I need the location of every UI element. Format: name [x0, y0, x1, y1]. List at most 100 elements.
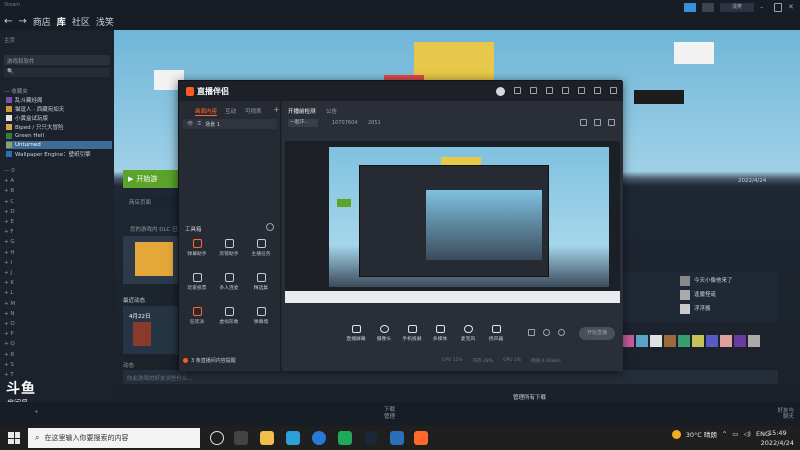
tool-multi-mic[interactable]: 多人连麦	[215, 273, 243, 291]
letter-group[interactable]: — 0	[4, 168, 15, 174]
share-icon[interactable]	[608, 119, 615, 126]
game-item[interactable]: Biped / 只只大冒险	[6, 123, 112, 131]
notes-input[interactable]: 向此游戏的好友说些什么...	[123, 370, 778, 384]
tab-visual[interactable]: 可视表	[245, 107, 262, 115]
game-item[interactable]: 猫逗人 · 西藏宛如天	[6, 105, 112, 113]
tool-danmu-wall[interactable]: 弹幕墙	[247, 307, 275, 325]
letter-group[interactable]: + B	[4, 188, 14, 194]
steam-icon[interactable]	[364, 431, 378, 445]
letter-group[interactable]: + Q	[4, 341, 15, 347]
record-icon[interactable]	[528, 329, 535, 336]
tab-interact[interactable]: 互动	[225, 107, 236, 115]
settings-icon[interactable]	[546, 87, 553, 94]
friend-name[interactable]: 浮浮酱	[694, 304, 711, 312]
room-title[interactable]: 一起汗...	[288, 119, 318, 127]
store-page-tab[interactable]: 商店页面	[123, 195, 181, 207]
letter-group[interactable]: + C	[4, 199, 14, 205]
letter-group[interactable]: + D	[4, 209, 15, 215]
friend-avatar[interactable]	[680, 304, 690, 314]
friend-name[interactable]: 逢魔怪诞	[694, 290, 716, 298]
btn-microphone[interactable]: 麦克风	[456, 325, 480, 342]
letter-group[interactable]: + E	[4, 219, 14, 225]
tool-party[interactable]: 狂欢派	[183, 307, 211, 325]
friend-avatar[interactable]	[680, 290, 690, 300]
minimize-icon[interactable]: –	[760, 3, 768, 12]
tool-collection[interactable]: 精选集	[247, 273, 275, 291]
add-tab-icon[interactable]: +	[273, 105, 280, 114]
tool-danmu[interactable]: 弹幕助手	[183, 239, 211, 257]
letter-group[interactable]: + I	[4, 260, 12, 266]
bag-icon[interactable]	[530, 87, 537, 94]
letter-group[interactable]: + J	[4, 270, 12, 276]
letter-group[interactable]: + O	[4, 321, 15, 327]
message-icon[interactable]	[514, 87, 521, 94]
minimize-icon[interactable]	[578, 87, 585, 94]
scene-hint[interactable]: 3 条直播间内容提醒	[183, 357, 236, 364]
file-explorer-icon[interactable]	[260, 431, 274, 445]
layout-icon[interactable]	[580, 119, 587, 126]
tool-task[interactable]: 主播任务	[247, 239, 275, 257]
letter-group[interactable]: + F	[4, 229, 14, 235]
letter-group[interactable]: + K	[4, 280, 14, 286]
friends-chat-button[interactable]: 好友与 聊天	[777, 408, 794, 420]
nav-community[interactable]: 社区	[72, 15, 90, 28]
game-item[interactable]: Wallpaper Engine：壁纸引擎	[6, 150, 112, 158]
library-search-input[interactable]: 🔍	[4, 68, 110, 77]
close-icon[interactable]: ✕	[788, 3, 796, 12]
friend-name[interactable]: 今天小像他来了	[694, 276, 733, 284]
edge-icon[interactable]	[312, 431, 326, 445]
btn-screen-capture[interactable]: 直播屏幕	[344, 325, 368, 342]
broadcast-icon[interactable]	[684, 3, 696, 12]
letter-group[interactable]: + H	[4, 250, 15, 256]
game-item-selected[interactable]: Unturned	[6, 141, 112, 149]
tool-vote[interactable]: 玩家投票	[183, 273, 211, 291]
forward-arrow-icon[interactable]: →	[18, 16, 26, 27]
notification-icon[interactable]	[702, 3, 714, 12]
lock-icon[interactable]: ⚿	[197, 121, 201, 127]
game-item[interactable]: 小黄盒试玩版	[6, 114, 112, 122]
tool-room-admin[interactable]: 房管助手	[215, 239, 243, 257]
game-item[interactable]: Green Hell	[6, 132, 112, 140]
app-icon[interactable]	[338, 431, 352, 445]
eye-icon[interactable]: 👁	[187, 121, 193, 127]
manage-downloads-link[interactable]: 管理所有下载	[513, 393, 546, 401]
close-icon[interactable]	[610, 87, 617, 94]
streamer-app-icon[interactable]	[414, 431, 428, 445]
app-icon[interactable]	[390, 431, 404, 445]
btn-camera[interactable]: 摄像头	[372, 325, 396, 342]
letter-group[interactable]: + S	[4, 362, 14, 368]
streamer-avatar[interactable]	[496, 87, 505, 96]
gear-icon[interactable]	[558, 329, 565, 336]
letter-group[interactable]: + L	[4, 290, 13, 296]
btn-phone-cast[interactable]: 手机投屏	[400, 325, 424, 342]
more-icon[interactable]	[266, 223, 274, 231]
menu-icon[interactable]	[562, 87, 569, 94]
eye-toggle-icon[interactable]	[543, 329, 550, 336]
nav-profile[interactable]: 浅笑	[96, 15, 114, 28]
windows-start-icon[interactable]	[8, 432, 20, 444]
letter-group[interactable]: + G	[4, 239, 15, 245]
friend-avatar[interactable]	[680, 276, 690, 286]
fullscreen-icon[interactable]	[594, 119, 601, 126]
weather-text[interactable]: 30°C 晴朗	[686, 429, 717, 439]
taskbar-search-input[interactable]: ⌕ 在这里输入你要搜索的内容	[28, 428, 200, 448]
stream-preview[interactable]	[285, 141, 620, 331]
taskbar-clock[interactable]: 15:49 2022/4/24	[761, 428, 794, 448]
play-button[interactable]: ▶ 开始游	[123, 170, 181, 188]
add-game-button[interactable]: +	[34, 409, 39, 415]
app-icon[interactable]	[286, 431, 300, 445]
nav-store[interactable]: 商店	[33, 15, 51, 28]
back-arrow-icon[interactable]: ←	[4, 16, 12, 27]
network-icon[interactable]: ▭	[732, 430, 738, 438]
activity-card[interactable]: 4月22日	[123, 306, 181, 354]
tab-check[interactable]: 开播前检测	[288, 107, 316, 115]
task-view-icon[interactable]	[234, 431, 248, 445]
volume-icon[interactable]: ◁)	[743, 430, 751, 438]
tab-scene[interactable]: 画面内容	[195, 107, 218, 116]
letter-group[interactable]: + R	[4, 352, 14, 358]
downloads-status[interactable]: 下载 管理	[384, 407, 395, 421]
cortana-icon[interactable]	[210, 431, 224, 445]
tab-notice[interactable]: 公告	[326, 107, 337, 115]
filter-dropdown[interactable]: 游戏和软件	[4, 55, 110, 65]
letter-group[interactable]: + M	[4, 301, 15, 307]
